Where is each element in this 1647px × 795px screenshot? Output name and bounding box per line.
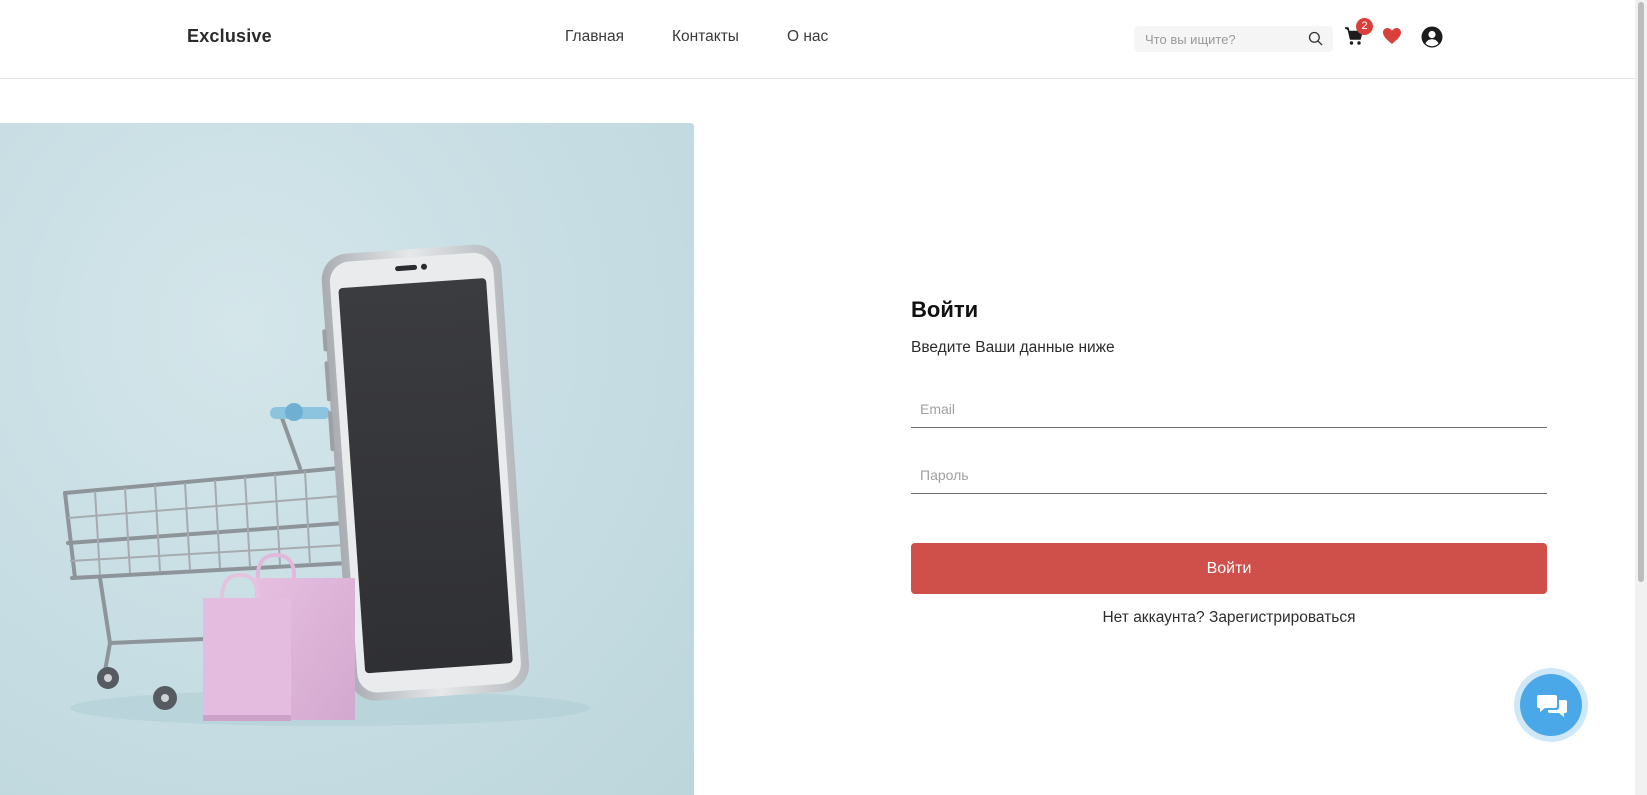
heart-icon[interactable] — [1382, 27, 1402, 50]
email-field — [911, 390, 1547, 428]
search-box — [1134, 26, 1333, 52]
search-input[interactable] — [1134, 26, 1304, 52]
logo[interactable]: Exclusive — [187, 26, 272, 47]
user-circle-icon[interactable] — [1421, 26, 1443, 53]
chat-button[interactable] — [1514, 668, 1588, 742]
page: Exclusive Главная Контакты О нас 2 — [0, 0, 1647, 795]
main-nav: Главная Контакты О нас — [565, 28, 828, 46]
nav-contacts[interactable]: Контакты — [672, 28, 739, 46]
login-subtitle: Введите Ваши данные ниже — [911, 339, 1115, 356]
site-header: Exclusive Главная Контакты О нас 2 — [0, 0, 1635, 79]
no-account-text: Нет аккаунта? — [1102, 609, 1205, 626]
login-form: Войти Введите Ваши данные ниже Войти Нет… — [911, 297, 1547, 626]
nav-home[interactable]: Главная — [565, 28, 624, 46]
password-input[interactable] — [911, 456, 1547, 493]
hero-illustration — [63, 244, 590, 726]
password-field — [911, 456, 1547, 494]
search-icon[interactable] — [1308, 31, 1323, 51]
chat-bubbles-icon — [1537, 693, 1567, 724]
email-input[interactable] — [911, 390, 1547, 427]
page-scrollbar[interactable] — [1635, 0, 1647, 795]
login-button[interactable]: Войти — [911, 543, 1547, 594]
chat-button-circle — [1520, 674, 1582, 736]
register-link[interactable]: Зарегистрироваться — [1209, 609, 1356, 626]
login-title: Войти — [911, 297, 979, 322]
register-prompt: Нет аккаунта? Зарегистрироваться — [911, 609, 1547, 627]
cart-count-badge: 2 — [1356, 18, 1373, 35]
scrollbar-thumb[interactable] — [1638, 2, 1644, 582]
nav-about[interactable]: О нас — [787, 28, 828, 46]
hero-image — [0, 123, 694, 795]
